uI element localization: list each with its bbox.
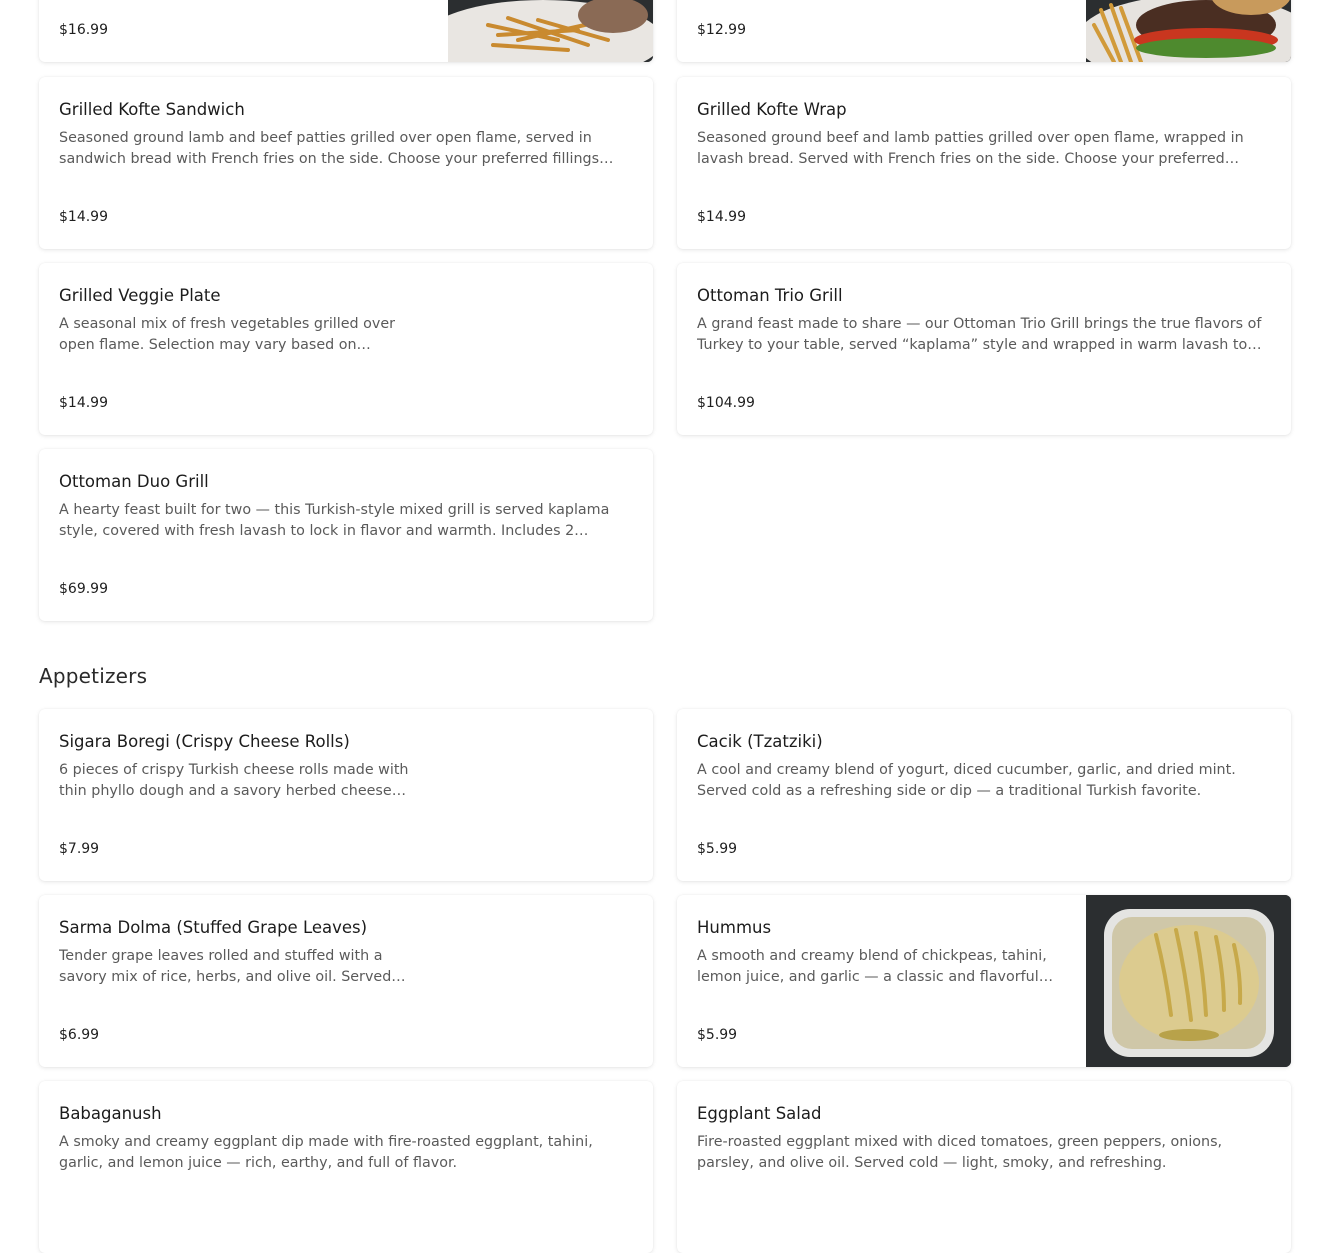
item-description: Tender grape leaves rolled and stuffed w… xyxy=(59,948,392,985)
item-name: Grilled Veggie Plate xyxy=(59,286,221,305)
item-image xyxy=(1086,895,1291,1067)
item-price: $69.99 xyxy=(59,581,108,597)
menu-item-card[interactable]: Sigara Boregi (Crispy Cheese Rolls) 6 pi… xyxy=(39,709,653,881)
item-name: Eggplant Salad xyxy=(697,1104,822,1123)
item-description: Fire-roasted eggplant mixed with diced t… xyxy=(697,1134,1223,1171)
item-price: $7.99 xyxy=(59,841,100,857)
item-name: Sigara Boregi (Crispy Cheese Rolls) xyxy=(59,732,350,751)
menu-item-card[interactable]: Ottoman Trio Grill A grand feast made to… xyxy=(677,263,1291,435)
item-price: $5.99 xyxy=(697,1027,738,1043)
menu-item-card[interactable]: Ottoman Duo Grill A hearty feast built f… xyxy=(39,449,653,621)
item-description: A cool and creamy blend of yogurt, diced… xyxy=(697,762,1236,799)
menu-item-card[interactable]: Hummus A smooth and creamy blend of chic… xyxy=(677,895,1291,1067)
item-description: A seasonal mix of fresh vegetables grill… xyxy=(59,316,396,353)
menu-item-card[interactable]: Grilled Veggie Plate A seasonal mix of f… xyxy=(39,263,653,435)
item-description: A smoky and creamy eggplant dip made wit… xyxy=(59,1134,593,1171)
menu-item-card[interactable]: Grilled Kofte Sandwich Seasoned ground l… xyxy=(39,77,653,249)
item-price: $12.99 xyxy=(697,22,746,38)
item-image xyxy=(423,0,653,62)
item-price: $6.99 xyxy=(59,1027,100,1043)
item-price: $5.99 xyxy=(697,841,738,857)
item-price: $14.99 xyxy=(59,209,108,225)
item-price: $14.99 xyxy=(59,395,108,411)
item-name: Cacik (Tzatziki) xyxy=(697,732,823,751)
item-description: 6 pieces of crispy Turkish cheese rolls … xyxy=(59,762,409,799)
item-name: Ottoman Trio Grill xyxy=(697,286,843,305)
section-heading-appetizers: Appetizers xyxy=(39,664,148,688)
item-description: A grand feast made to share — our Ottoma… xyxy=(697,316,1262,353)
menu-item-card[interactable]: Babaganush A smoky and creamy eggplant d… xyxy=(39,1081,653,1253)
item-price: $14.99 xyxy=(697,209,746,225)
item-price: $104.99 xyxy=(697,395,755,411)
menu-item-card[interactable]: $16.99 xyxy=(39,0,653,62)
item-description: Seasoned ground lamb and beef patties gr… xyxy=(59,130,600,167)
item-description: A hearty feast built for two — this Turk… xyxy=(59,502,610,539)
item-name: Ottoman Duo Grill xyxy=(59,472,209,491)
item-name: Sarma Dolma (Stuffed Grape Leaves) xyxy=(59,918,368,937)
menu-item-card[interactable]: Grilled Kofte Wrap Seasoned ground beef … xyxy=(677,77,1291,249)
item-name: Babaganush xyxy=(59,1104,162,1123)
item-name: Grilled Kofte Wrap xyxy=(697,100,847,119)
item-description: Seasoned ground beef and lamb patties gr… xyxy=(697,130,1244,167)
menu-item-card[interactable]: $12.99 xyxy=(677,0,1291,62)
menu-item-card[interactable]: Cacik (Tzatziki) A cool and creamy blend… xyxy=(677,709,1291,881)
item-image xyxy=(1076,0,1291,62)
item-description: A smooth and creamy blend of chickpeas, … xyxy=(697,948,1047,985)
menu-item-card[interactable]: Eggplant Salad Fire-roasted eggplant mix… xyxy=(677,1081,1291,1253)
item-price: $16.99 xyxy=(59,22,108,38)
item-name: Hummus xyxy=(697,918,772,937)
item-name: Grilled Kofte Sandwich xyxy=(59,100,245,119)
menu-item-card[interactable]: Sarma Dolma (Stuffed Grape Leaves) Tende… xyxy=(39,895,653,1067)
